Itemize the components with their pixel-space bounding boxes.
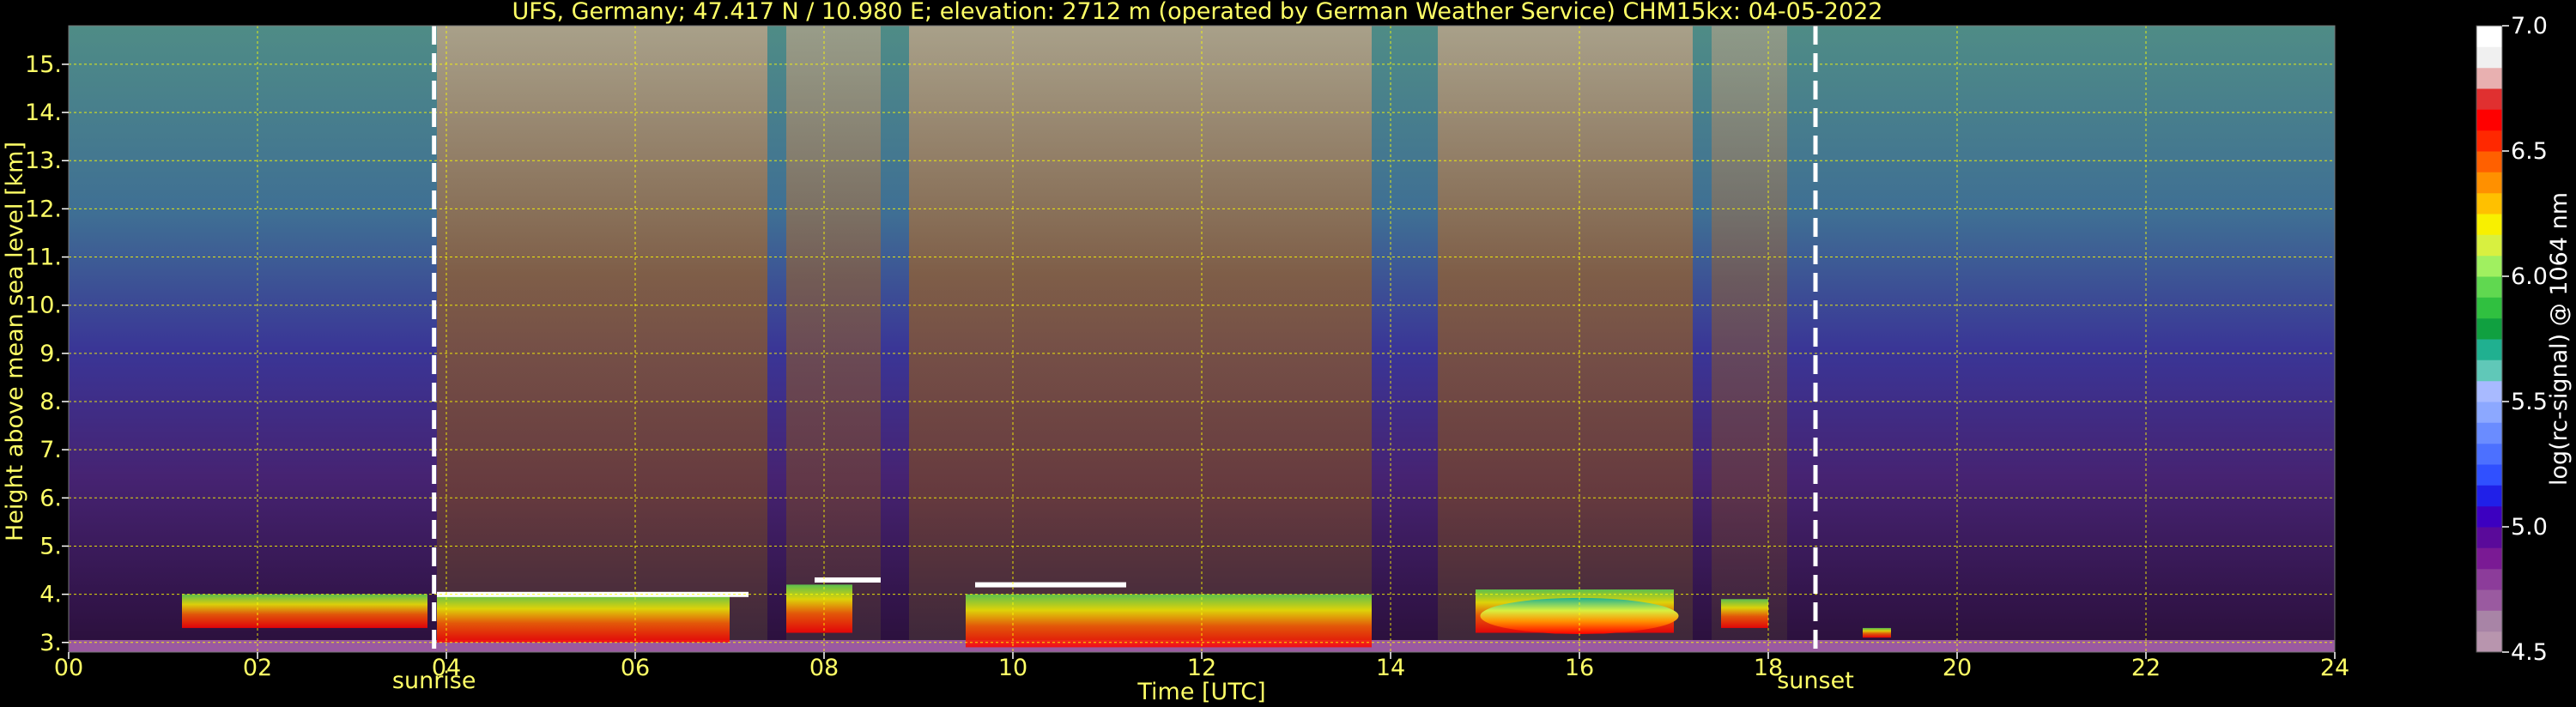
plot-area xyxy=(68,25,2336,653)
x-tick-label: 20 xyxy=(1943,655,1972,681)
colorbar-segment xyxy=(2476,297,2502,319)
y-tick-label: 13. xyxy=(25,148,62,174)
x-tick-label: 00 xyxy=(54,655,83,681)
colorbar-segment xyxy=(2476,422,2502,444)
aerosol-layer xyxy=(786,584,852,633)
colorbar-segment xyxy=(2476,402,2502,423)
colorbar-segment xyxy=(2476,485,2502,507)
colorbar-segment xyxy=(2476,276,2502,298)
sunrise-label: sunrise xyxy=(392,668,476,694)
colorbar-tick-label: 5.0 xyxy=(2511,514,2548,541)
y-tick-label: 6. xyxy=(39,485,62,511)
colorbar-segment xyxy=(2476,26,2502,47)
daytime-band xyxy=(786,26,881,652)
x-tick-label: 16 xyxy=(1565,655,1594,681)
daytime-band xyxy=(437,26,767,652)
daytime-band xyxy=(909,26,1372,652)
y-tick-label: 15. xyxy=(25,51,62,78)
colorbar-tick-label: 7.0 xyxy=(2511,13,2548,39)
x-tick-label: 12 xyxy=(1187,655,1216,681)
y-tick-label: 9. xyxy=(39,341,62,367)
ceilometer-figure: 00 02 04 06 08 10 12 14 16 18 20 22 24 3.4.5.6.7.8.9… xyxy=(2,0,2573,705)
y-tick-label: 11. xyxy=(25,245,62,271)
x-tick-label: 22 xyxy=(2131,655,2161,681)
colorbar-label: log(rc-signal) @ 1064 nm xyxy=(2546,192,2573,486)
colorbar: 4.5 5.0 5.5 6.0 6.5 7.0 log(rc-signal) @ 1064… xyxy=(2476,13,2573,666)
y-tick-label: 7. xyxy=(39,437,62,463)
colorbar-segment xyxy=(2476,67,2502,89)
event-labels: sunrise sunset xyxy=(392,668,1854,694)
aerosol-layer xyxy=(182,594,427,628)
y-tick-label: 8. xyxy=(39,389,62,415)
colorbar-segment xyxy=(2476,88,2502,110)
daytime-band xyxy=(1712,26,1787,652)
x-tick-label: 06 xyxy=(621,655,650,681)
colorbar-segment xyxy=(2476,172,2502,194)
colorbar-segment xyxy=(2476,568,2502,590)
chart-title: UFS, Germany; 47.417 N / 10.980 E; eleva… xyxy=(512,0,1883,25)
aerosol-layer xyxy=(966,594,1372,648)
layer-top xyxy=(815,577,881,583)
colorbar-segment xyxy=(2476,443,2502,465)
colorbar-segments xyxy=(2476,26,2502,653)
colorbar-segment xyxy=(2476,192,2502,215)
colorbar-segment xyxy=(2476,547,2502,570)
colorbar-segment xyxy=(2476,234,2502,257)
y-tick-label: 3. xyxy=(39,630,62,656)
aerosol-layer xyxy=(1721,599,1768,628)
colorbar-segment xyxy=(2476,255,2502,277)
aerosol-layer xyxy=(1863,627,1891,638)
y-tick-label: 12. xyxy=(25,196,62,222)
colorbar-segment xyxy=(2476,610,2502,632)
y-tick-label: 4. xyxy=(39,582,62,608)
colorbar-segment xyxy=(2476,46,2502,69)
y-tick-label: 10. xyxy=(25,293,62,319)
x-tick-label: 10 xyxy=(998,655,1027,681)
colorbar-segment xyxy=(2476,631,2502,653)
colorbar-segment xyxy=(2476,151,2502,172)
x-tick-label: 24 xyxy=(2320,655,2349,681)
colorbar-segment xyxy=(2476,214,2502,235)
x-axis-label: Time [UTC] xyxy=(1136,679,1265,705)
colorbar-tick-label: 6.5 xyxy=(2511,138,2548,165)
layer-top xyxy=(437,591,749,597)
aerosol-layer xyxy=(437,594,730,643)
colorbar-tick-label: 6.0 xyxy=(2511,263,2548,290)
x-tick-label: 14 xyxy=(1376,655,1405,681)
colorbar-segment xyxy=(2476,339,2502,360)
colorbar-segment xyxy=(2476,527,2502,548)
colorbar-segment xyxy=(2476,464,2502,486)
y-axis-ticks: 3. 4. 5. 6. 7. 8. 9. 10. 11. 12. 13. 14. 15. xyxy=(25,51,69,656)
colorbar-segment xyxy=(2476,360,2502,382)
colorbar-segment xyxy=(2476,380,2502,402)
sunset-label: sunset xyxy=(1777,668,1854,694)
x-tick-label: 08 xyxy=(809,655,839,681)
colorbar-segment xyxy=(2476,505,2502,528)
y-axis-label: Height above mean sea level [km] xyxy=(2,142,28,541)
daytime-band xyxy=(1438,26,1693,652)
colorbar-ticks: 4.5 5.0 5.5 6.0 6.5 7.0 xyxy=(2502,13,2548,666)
layer-top xyxy=(975,582,1126,588)
y-tick-label: 5. xyxy=(39,533,62,559)
colorbar-segment xyxy=(2476,109,2502,131)
colorbar-tick-label: 4.5 xyxy=(2511,639,2548,666)
x-tick-label: 02 xyxy=(243,655,272,681)
y-tick-label: 14. xyxy=(25,100,62,126)
daytime-signal-bands xyxy=(437,26,1787,652)
colorbar-tick-label: 5.5 xyxy=(2511,389,2548,415)
colorbar-segment xyxy=(2476,130,2502,152)
colorbar-segment xyxy=(2476,317,2502,340)
colorbar-segment xyxy=(2476,589,2502,611)
